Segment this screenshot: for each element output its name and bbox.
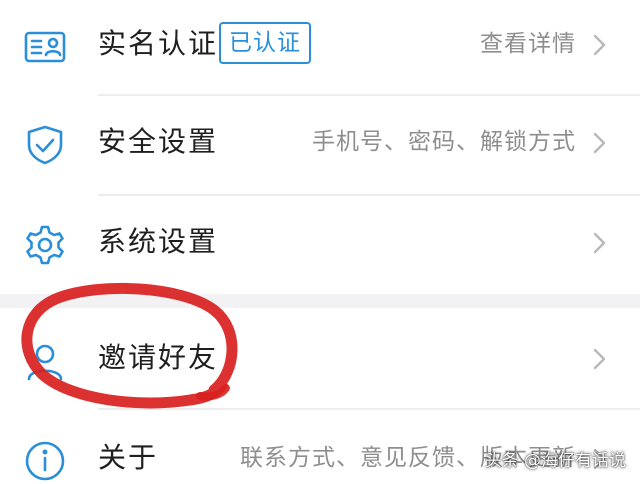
chevron-right-icon (588, 130, 610, 156)
settings-item-label: 邀请好友 (98, 341, 219, 374)
shield-check-icon (22, 122, 68, 168)
settings-item-label: 关于 (98, 441, 159, 474)
settings-screen: 实名认证 已认证 查看详情 安全设置 手机号、密码、解锁方式 系统设置 邀请好友… (0, 0, 640, 484)
watermark: 头条 @海仔有话说 (484, 451, 626, 471)
settings-item-realname[interactable]: 实名认证 已认证 查看详情 (0, 0, 640, 94)
chevron-right-icon (588, 346, 610, 372)
settings-item-label: 实名认证 (98, 27, 219, 60)
settings-item-label: 安全设置 (98, 125, 219, 158)
verified-badge: 已认证 (219, 22, 311, 64)
settings-item-invite[interactable]: 邀请好友 (0, 312, 640, 408)
gear-icon (22, 222, 68, 268)
chevron-right-icon (588, 230, 610, 256)
chevron-right-icon (588, 32, 610, 58)
info-icon (22, 438, 68, 484)
settings-item-system[interactable]: 系统设置 (0, 196, 640, 292)
id-card-icon (22, 24, 68, 70)
divider (98, 408, 640, 410)
settings-item-security[interactable]: 安全设置 手机号、密码、解锁方式 (0, 96, 640, 192)
settings-item-value: 手机号、密码、解锁方式 (312, 129, 576, 155)
person-icon (22, 338, 68, 384)
settings-item-value: 查看详情 (480, 31, 576, 57)
section-separator (0, 294, 640, 308)
settings-item-label: 系统设置 (98, 225, 219, 258)
